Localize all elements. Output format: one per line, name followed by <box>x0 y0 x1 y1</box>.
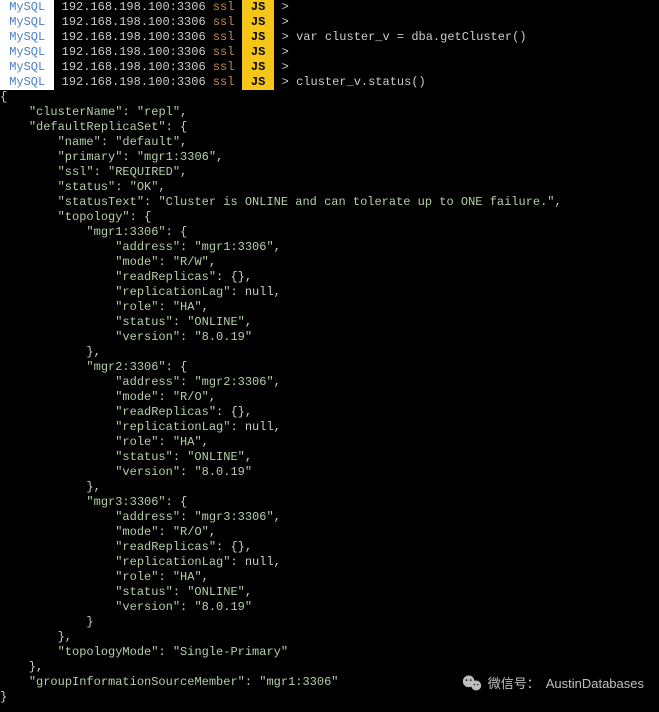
prompt-arrow: > <box>274 75 296 90</box>
prompt-line-3: MySQL 192.168.198.100:3306 ssl JS > <box>0 45 659 60</box>
json-output-line: }, <box>0 630 659 645</box>
prompt-ssl: ssl <box>213 45 235 60</box>
json-output-line: "readReplicas": {}, <box>0 405 659 420</box>
prompt-line-5: MySQL 192.168.198.100:3306 ssl JS > clus… <box>0 75 659 90</box>
js-tag: JS <box>242 45 275 60</box>
prompt-command: cluster_v.status() <box>296 75 426 90</box>
json-output-line: }, <box>0 345 659 360</box>
prompt-command: var cluster_v = dba.getCluster() <box>296 30 526 45</box>
prompt-ssl: ssl <box>213 0 235 15</box>
prompt-line-1: MySQL 192.168.198.100:3306 ssl JS > <box>0 15 659 30</box>
json-output-line: "replicationLag": null, <box>0 555 659 570</box>
prompt-arrow: > <box>274 0 296 15</box>
json-output-line: "clusterName": "repl", <box>0 105 659 120</box>
json-output-line: "mgr2:3306": { <box>0 360 659 375</box>
prompt-ssl: ssl <box>213 75 235 90</box>
json-output-line: "status": "ONLINE", <box>0 315 659 330</box>
json-output-line: "version": "8.0.19" <box>0 600 659 615</box>
js-tag: JS <box>242 15 275 30</box>
json-output-line: "replicationLag": null, <box>0 420 659 435</box>
json-output-line: "role": "HA", <box>0 570 659 585</box>
json-output-line: } <box>0 690 659 705</box>
prompt-ssl: ssl <box>213 15 235 30</box>
json-output-line: "role": "HA", <box>0 435 659 450</box>
prompt-arrow: > <box>274 45 296 60</box>
json-output-line: }, <box>0 660 659 675</box>
json-output-line: "topology": { <box>0 210 659 225</box>
json-output-line: "address": "mgr1:3306", <box>0 240 659 255</box>
json-output-line: "statusText": "Cluster is ONLINE and can… <box>0 195 659 210</box>
json-output-line: "role": "HA", <box>0 300 659 315</box>
json-output-line: "ssl": "REQUIRED", <box>0 165 659 180</box>
json-output-line: "mode": "R/O", <box>0 525 659 540</box>
mysql-tag: MySQL <box>0 0 54 15</box>
prompt-host: 192.168.198.100:3306 <box>54 15 212 30</box>
prompt-ssl: ssl <box>213 30 235 45</box>
prompt-host: 192.168.198.100:3306 <box>54 60 212 75</box>
json-output-line: "version": "8.0.19" <box>0 465 659 480</box>
prompt-line-0: MySQL 192.168.198.100:3306 ssl JS > <box>0 0 659 15</box>
json-output-line: "defaultReplicaSet": { <box>0 120 659 135</box>
watermark-prefix: 微信号： <box>488 676 540 691</box>
json-output-line: "mgr1:3306": { <box>0 225 659 240</box>
prompt-line-2: MySQL 192.168.198.100:3306 ssl JS > var … <box>0 30 659 45</box>
json-output-line: "status": "ONLINE", <box>0 585 659 600</box>
json-output-line: { <box>0 90 659 105</box>
prompt-host: 192.168.198.100:3306 <box>54 0 212 15</box>
js-tag: JS <box>242 75 275 90</box>
mysql-tag: MySQL <box>0 15 54 30</box>
json-output-line: } <box>0 615 659 630</box>
json-output-line: "topologyMode": "Single-Primary" <box>0 645 659 660</box>
js-tag: JS <box>242 0 275 15</box>
prompt-host: 192.168.198.100:3306 <box>54 75 212 90</box>
json-output-line: "version": "8.0.19" <box>0 330 659 345</box>
prompt-arrow: > <box>274 15 296 30</box>
watermark-name: AustinDatabases <box>546 676 644 691</box>
json-output-line: "name": "default", <box>0 135 659 150</box>
terminal-output: MySQL 192.168.198.100:3306 ssl JS > MySQ… <box>0 0 659 705</box>
prompt-arrow: > <box>274 30 296 45</box>
mysql-tag: MySQL <box>0 30 54 45</box>
json-output-line: "replicationLag": null, <box>0 285 659 300</box>
mysql-tag: MySQL <box>0 45 54 60</box>
js-tag: JS <box>242 60 275 75</box>
wechat-watermark: 微信号： AustinDatabases <box>462 674 644 692</box>
prompt-line-4: MySQL 192.168.198.100:3306 ssl JS > <box>0 60 659 75</box>
prompt-host: 192.168.198.100:3306 <box>54 30 212 45</box>
json-output-line: "address": "mgr2:3306", <box>0 375 659 390</box>
prompt-host: 192.168.198.100:3306 <box>54 45 212 60</box>
prompt-ssl: ssl <box>213 60 235 75</box>
wechat-icon <box>462 674 482 692</box>
json-output-line: "address": "mgr3:3306", <box>0 510 659 525</box>
json-output-line: "readReplicas": {}, <box>0 540 659 555</box>
js-tag: JS <box>242 30 275 45</box>
json-output-line: "primary": "mgr1:3306", <box>0 150 659 165</box>
mysql-tag: MySQL <box>0 60 54 75</box>
json-output-line: }, <box>0 480 659 495</box>
json-output-line: "mode": "R/O", <box>0 390 659 405</box>
mysql-tag: MySQL <box>0 75 54 90</box>
json-output-line: "status": "OK", <box>0 180 659 195</box>
json-output-line: "mode": "R/W", <box>0 255 659 270</box>
prompt-arrow: > <box>274 60 296 75</box>
json-output-line: "status": "ONLINE", <box>0 450 659 465</box>
json-output-line: "readReplicas": {}, <box>0 270 659 285</box>
json-output-line: "mgr3:3306": { <box>0 495 659 510</box>
